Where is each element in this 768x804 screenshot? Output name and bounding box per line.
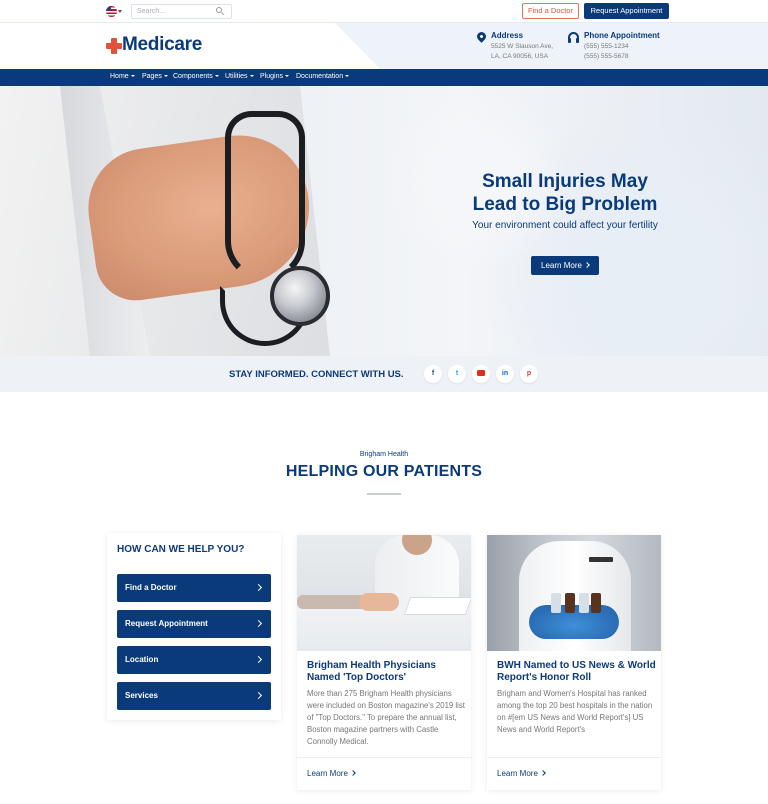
button-label: Request Appointment: [125, 619, 208, 628]
address-title: Address: [491, 31, 524, 40]
card-image-doctor-hands[interactable]: [297, 535, 471, 651]
section-title: HELPING OUR PATIENTS: [285, 463, 483, 480]
help-title: HOW CAN WE HELP YOU?: [117, 544, 245, 555]
linkedin-icon[interactable]: in: [496, 365, 514, 383]
chevron-down-icon: [345, 75, 350, 78]
help-request-appointment-button[interactable]: Request Appointment: [117, 610, 271, 638]
location-pin-icon: [475, 30, 488, 43]
medical-cross-icon[interactable]: [106, 38, 122, 54]
nav-label: Plugins: [260, 73, 283, 80]
link-label: Learn More: [497, 769, 538, 778]
section-divider: [367, 493, 401, 495]
search-icon[interactable]: [216, 7, 222, 13]
chevron-right-icon: [350, 770, 356, 776]
stethoscope-icon: [225, 111, 305, 281]
help-panel: HOW CAN WE HELP YOU? Find a Doctor Reque…: [107, 533, 281, 720]
chevron-right-icon: [254, 655, 263, 664]
help-location-button[interactable]: Location: [117, 646, 271, 674]
nav-label: Pages: [142, 73, 162, 80]
link-label: Learn More: [307, 769, 348, 778]
card-title[interactable]: BWH Named to US News & World Report's Ho…: [497, 660, 657, 684]
nav-label: Utilities: [225, 73, 248, 80]
nav-label: Documentation: [296, 73, 344, 80]
twitter-icon[interactable]: t: [448, 365, 466, 383]
header: Medicare Address 5525 W Slauson Ave, LA,…: [0, 23, 768, 69]
nav-item-utilities[interactable]: Utilities: [225, 73, 254, 80]
pinterest-icon[interactable]: p: [520, 365, 538, 383]
address-line: LA, CA 90056, USA: [491, 53, 549, 60]
chevron-right-icon: [540, 770, 546, 776]
chevron-down-icon: [284, 75, 289, 78]
chevron-right-icon: [254, 583, 263, 592]
hero-banner: Small Injuries May Lead to Big Problem Y…: [0, 86, 768, 356]
phone-number[interactable]: (555) 555-5678: [584, 53, 628, 60]
card-title[interactable]: Brigham Health Physicians Named 'Top Doc…: [307, 660, 467, 684]
facebook-icon[interactable]: f: [424, 365, 442, 383]
site-logo[interactable]: Medicare: [122, 34, 202, 56]
help-find-doctor-button[interactable]: Find a Doctor: [117, 574, 271, 602]
us-flag-icon[interactable]: [106, 6, 117, 17]
chevron-down-icon: [163, 75, 168, 78]
button-label: Learn More: [541, 261, 582, 270]
chevron-down-icon: [214, 75, 219, 78]
nav-item-documentation[interactable]: Documentation: [296, 73, 350, 80]
card-divider: [297, 757, 471, 758]
request-appointment-button[interactable]: Request Appointment: [584, 3, 669, 19]
language-caret-icon[interactable]: [118, 10, 122, 13]
phone-number[interactable]: (555) 555-1234: [584, 43, 628, 50]
nav-label: Home: [110, 73, 129, 80]
button-label: Location: [125, 655, 159, 664]
stethoscope-chestpiece: [270, 266, 330, 326]
main-nav: Home Pages Components Utilities Plugins …: [0, 69, 768, 86]
nav-item-plugins[interactable]: Plugins: [260, 73, 289, 80]
headset-icon: [568, 32, 579, 43]
button-label: Services: [125, 691, 158, 700]
card-text: Brigham and Women's Hospital has ranked …: [497, 689, 653, 734]
hero-title: Lead to Big Problem: [472, 194, 658, 215]
button-label: Find a Doctor: [125, 583, 177, 592]
chevron-right-icon: [584, 262, 590, 268]
news-card: BWH Named to US News & World Report's Ho…: [487, 535, 661, 790]
nav-item-pages[interactable]: Pages: [142, 73, 168, 80]
card-text: More than 275 Brigham Health physicians …: [307, 689, 465, 746]
chevron-down-icon: [130, 75, 135, 78]
phone-title: Phone Appointment: [584, 31, 660, 40]
address-line: 5525 W Slauson Ave,: [491, 43, 554, 50]
nav-item-components[interactable]: Components: [173, 73, 219, 80]
card-divider: [487, 757, 661, 758]
card-learn-more-link[interactable]: Learn More: [497, 769, 546, 778]
card-learn-more-link[interactable]: Learn More: [307, 769, 356, 778]
help-services-button[interactable]: Services: [117, 682, 271, 710]
social-title: STAY INFORMED. CONNECT WITH US.: [229, 369, 404, 380]
chevron-right-icon: [254, 691, 263, 700]
nav-label: Components: [173, 73, 213, 80]
nav-item-home[interactable]: Home: [110, 73, 135, 80]
youtube-icon[interactable]: [472, 365, 490, 383]
hero-subtitle: Your environment could affect your ferti…: [472, 220, 658, 231]
top-bar: Search... Find a Doctor Request Appointm…: [0, 0, 768, 23]
chevron-down-icon: [249, 75, 254, 78]
chevron-right-icon: [254, 619, 263, 628]
social-strip: STAY INFORMED. CONNECT WITH US. f t in p: [0, 356, 768, 392]
hero-title: Small Injuries May: [482, 171, 648, 192]
news-card: Brigham Health Physicians Named 'Top Doc…: [297, 535, 471, 790]
card-image-doctor-vials[interactable]: [487, 535, 661, 651]
section-eyebrow: Brigham Health: [359, 451, 409, 458]
hero-learn-more-button[interactable]: Learn More: [531, 256, 599, 275]
find-doctor-button[interactable]: Find a Doctor: [522, 3, 579, 19]
